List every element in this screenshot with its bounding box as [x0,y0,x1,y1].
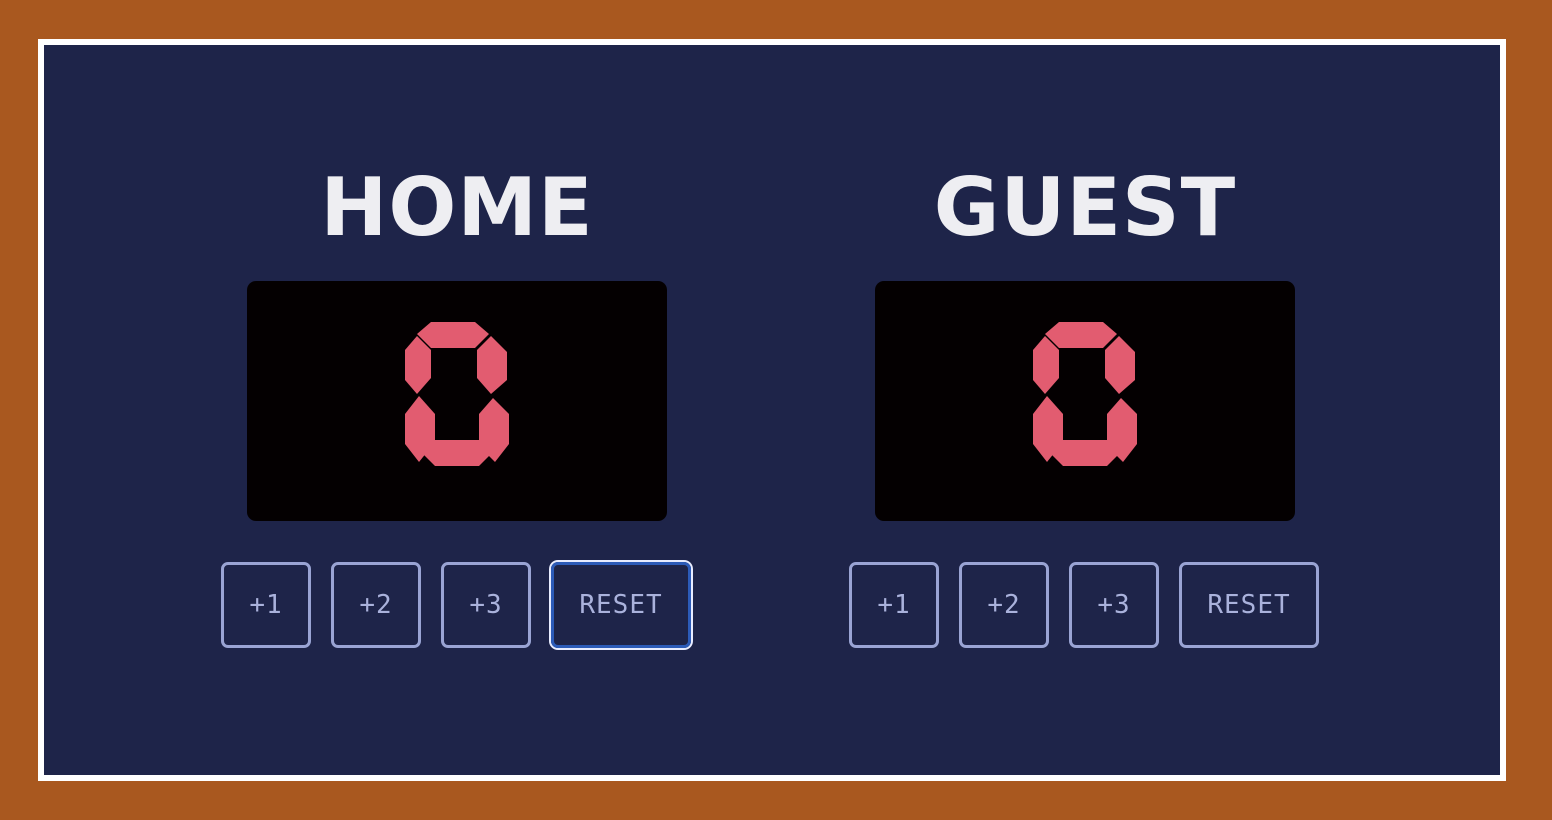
guest-segment-b [1105,336,1135,394]
home-segment-f [405,336,431,394]
scoreboard: HOME 0 +1 +2 +3 RESET GUEST 0 +1 +2 +3 R… [38,39,1506,781]
guest-reset-button[interactable]: RESET [1179,562,1319,648]
guest-plus-3-button[interactable]: +3 [1069,562,1159,648]
home-plus-2-button[interactable]: +2 [331,562,421,648]
home-digit-0 [405,322,509,466]
guest-score-display: 0 [875,281,1295,521]
guest-digit-0 [1033,322,1137,466]
home-score-digits [405,322,509,466]
home-reset-button[interactable]: RESET [551,562,691,648]
home-title: HOME [320,161,594,254]
home-controls: +1 +2 +3 RESET [217,562,697,652]
home-plus-1-button[interactable]: +1 [221,562,311,648]
home-segment-a [417,322,489,348]
guest-segment-f [1033,336,1059,394]
guest-controls: +1 +2 +3 RESET [845,562,1325,652]
guest-plus-2-button[interactable]: +2 [959,562,1049,648]
guest-score-digits [1033,322,1137,466]
home-segment-b [477,336,507,394]
guest-plus-1-button[interactable]: +1 [849,562,939,648]
home-score-display: 0 [247,281,667,521]
home-plus-3-button[interactable]: +3 [441,562,531,648]
guest-title: GUEST [933,161,1237,254]
guest-segment-a [1045,322,1117,348]
